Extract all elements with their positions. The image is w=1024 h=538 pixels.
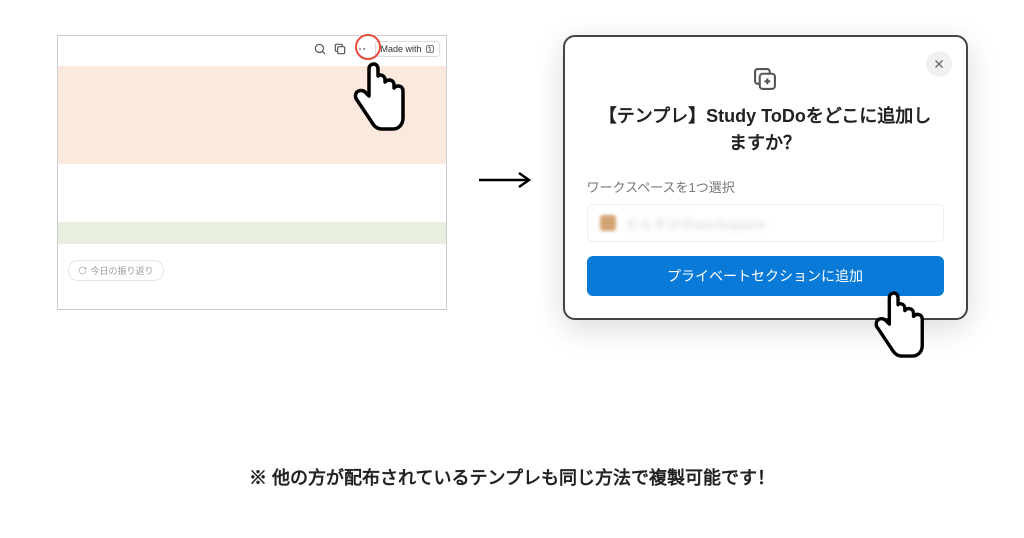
made-with-badge[interactable]: Made with: [375, 41, 439, 57]
search-icon[interactable]: [311, 40, 329, 58]
today-review-chip[interactable]: 今日の振り返り: [68, 260, 164, 281]
today-chip-label: 今日の振り返り: [91, 264, 154, 277]
footer-note: ※ 他の方が配布されているテンプレも同じ方法で複製可能です！: [0, 464, 1024, 490]
workspace-selector[interactable]: たらすけのworkspace: [587, 204, 944, 242]
more-icon[interactable]: [351, 40, 369, 58]
preview-toolbar: Made with: [58, 36, 446, 62]
preview-gap: [58, 164, 446, 222]
preview-green-block: [58, 222, 446, 244]
arrow-right-icon: [477, 170, 533, 190]
close-button[interactable]: [926, 51, 952, 77]
add-template-dialog: 【テンプレ】Study ToDoをどこに追加しますか？ ワークスペースを1つ選択…: [563, 35, 968, 320]
workspace-name-blurred: たらすけのworkspace: [626, 214, 767, 233]
dialog-title: 【テンプレ】Study ToDoをどこに追加しますか？: [587, 103, 944, 157]
add-to-private-button[interactable]: プライベートセクションに追加: [587, 256, 944, 296]
duplicate-plus-icon: [587, 65, 944, 93]
workspace-avatar-icon: [600, 215, 616, 231]
preview-header-block: [58, 66, 446, 164]
made-with-label: Made with: [380, 44, 421, 54]
duplicate-icon[interactable]: [331, 40, 349, 58]
dialog-subtitle: ワークスペースを1つ選択: [587, 177, 944, 196]
template-preview-panel: Made with 今日の振り返り: [57, 35, 447, 310]
